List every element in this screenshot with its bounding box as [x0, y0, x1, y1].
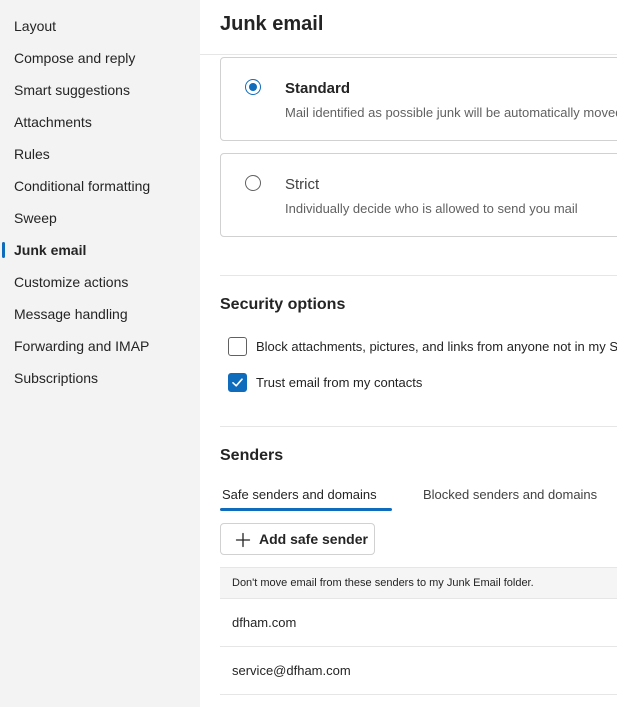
plus-icon — [235, 532, 251, 548]
title-divider — [200, 54, 617, 55]
active-indicator — [2, 242, 5, 258]
filter-option-standard[interactable]: Standard Mail identified as possible jun… — [220, 57, 617, 141]
settings-main: Junk email Standard Mail identified as p… — [200, 0, 617, 707]
list-header-text: Don't move email from these senders to m… — [232, 577, 534, 589]
sidebar-item-customize-actions[interactable]: Customize actions — [0, 267, 200, 297]
section-divider — [220, 426, 617, 427]
block-attachments-checkbox[interactable] — [228, 337, 247, 356]
option-description: Individually decide who is allowed to se… — [285, 201, 578, 216]
radio-standard[interactable] — [245, 79, 261, 95]
add-safe-sender-button[interactable]: Add safe sender — [220, 523, 375, 555]
sidebar-item-attachments[interactable]: Attachments — [0, 107, 200, 137]
add-safe-sender-label: Add safe sender — [259, 531, 368, 547]
sidebar-item-label: Rules — [14, 146, 50, 162]
sidebar-item-label: Layout — [14, 18, 57, 34]
sidebar-item-label: Sweep — [14, 210, 57, 226]
sidebar-item-message-handling[interactable]: Message handling — [0, 299, 200, 329]
trust-contacts-checkbox[interactable] — [228, 373, 247, 392]
option-title: Strict — [285, 176, 320, 193]
option-description: Mail identified as possible junk will be… — [285, 105, 617, 120]
list-item[interactable]: dfham.com — [220, 599, 617, 647]
sidebar-item-label: Forwarding and IMAP — [14, 338, 150, 354]
sidebar-item-smart-suggestions[interactable]: Smart suggestions — [0, 75, 200, 105]
sidebar-item-rules[interactable]: Rules — [0, 139, 200, 169]
option-title: Standard — [285, 80, 351, 97]
settings-sidebar: Layout Compose and reply Smart suggestio… — [0, 0, 200, 707]
sender-entry: service@dfham.com — [232, 663, 351, 678]
radio-strict[interactable] — [245, 175, 261, 191]
tab-blocked-senders[interactable]: Blocked senders and domains — [423, 487, 597, 502]
sidebar-item-label: Compose and reply — [14, 50, 136, 66]
sidebar-item-label: Smart suggestions — [14, 82, 130, 98]
senders-title: Senders — [220, 447, 284, 464]
sidebar-item-subscriptions[interactable]: Subscriptions — [0, 363, 200, 393]
sender-entry: dfham.com — [232, 615, 297, 630]
sidebar-item-label: Junk email — [14, 242, 87, 258]
list-item[interactable]: service@dfham.com — [220, 647, 617, 695]
sidebar-item-label: Conditional formatting — [14, 178, 151, 194]
page-title: Junk email — [220, 13, 324, 35]
sidebar-item-label: Message handling — [14, 306, 128, 322]
block-attachments-label: Block attachments, pictures, and links f… — [256, 339, 617, 354]
active-tab-indicator — [220, 508, 392, 511]
sidebar-item-junk-email[interactable]: Junk email — [0, 235, 200, 265]
sidebar-item-layout[interactable]: Layout — [0, 11, 200, 41]
section-divider — [220, 275, 617, 276]
sidebar-item-label: Subscriptions — [14, 370, 99, 386]
filter-option-strict[interactable]: Strict Individually decide who is allowe… — [220, 153, 617, 237]
safe-senders-list-header: Don't move email from these senders to m… — [220, 567, 617, 599]
sidebar-item-label: Customize actions — [14, 274, 129, 290]
sidebar-item-forwarding-and-imap[interactable]: Forwarding and IMAP — [0, 331, 200, 361]
sidebar-item-label: Attachments — [14, 114, 92, 130]
trust-contacts-label: Trust email from my contacts — [256, 375, 423, 390]
settings-window: Layout Compose and reply Smart suggestio… — [0, 0, 617, 707]
security-options-title: Security options — [220, 296, 346, 313]
tab-safe-senders[interactable]: Safe senders and domains — [222, 487, 377, 502]
sidebar-item-conditional-formatting[interactable]: Conditional formatting — [0, 171, 200, 201]
checkmark-icon — [232, 378, 243, 387]
sidebar-item-compose-and-reply[interactable]: Compose and reply — [0, 43, 200, 73]
sidebar-item-sweep[interactable]: Sweep — [0, 203, 200, 233]
